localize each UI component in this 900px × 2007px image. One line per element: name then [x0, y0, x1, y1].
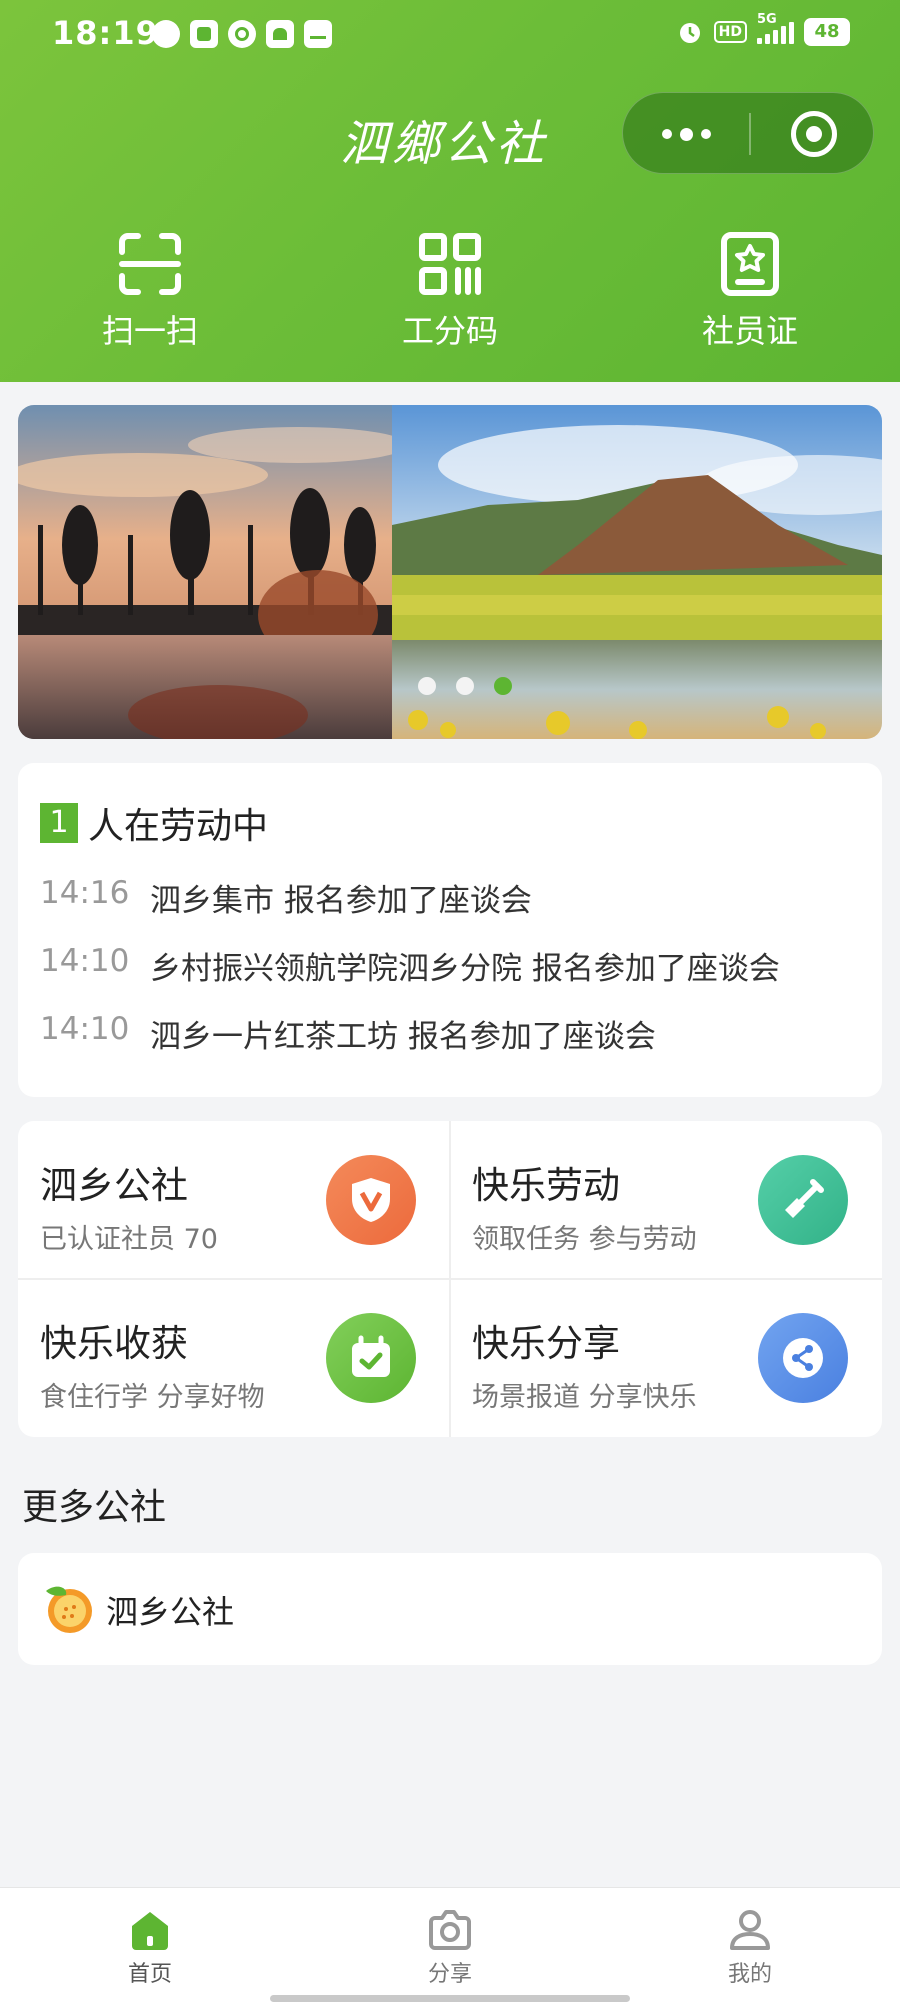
status-bar: 18:19 HD 5G 48: [0, 0, 900, 70]
feature-subtitle: 食住行学 分享好物: [40, 1382, 265, 1413]
notification-icons: [152, 20, 332, 48]
orange-logo-icon: [46, 1586, 92, 1633]
activity-time: 14:10: [40, 1011, 130, 1047]
target-icon: [806, 126, 822, 142]
calendar-check-icon: [326, 1313, 416, 1403]
grid-divider: [18, 1278, 882, 1280]
more-communes-title: 更多公社: [22, 1487, 167, 1528]
tab-label: 分享: [427, 1962, 472, 1987]
activity-text: 乡村振兴领航学院泗乡分院 报名参加了座谈会: [150, 951, 780, 987]
activity-item[interactable]: 14:10 乡村振兴领航学院泗乡分院 报名参加了座谈会: [40, 943, 780, 988]
tab-home[interactable]: 首页: [50, 1908, 250, 1988]
camera-icon: [429, 1910, 471, 1950]
quick-action-label: 社员证: [701, 312, 798, 350]
app-notification-icon: [228, 20, 256, 48]
commune-name: 泗乡公社: [106, 1593, 235, 1631]
qrcode-icon: [419, 233, 481, 295]
status-right: HD 5G 48: [676, 12, 850, 46]
carousel-dot[interactable]: [456, 677, 474, 695]
alarm-icon: [679, 23, 700, 43]
quick-action-label: 工分码: [401, 312, 498, 350]
user-icon: [730, 1910, 770, 1950]
activity-time: 14:10: [40, 943, 130, 979]
carousel-dot-active[interactable]: [494, 677, 512, 695]
activity-item[interactable]: 14:10 泗乡一片红茶工坊 报名参加了座谈会: [40, 1011, 656, 1056]
dot-icon: [700, 129, 711, 139]
feature-share[interactable]: 快乐分享 场景报道 分享快乐: [450, 1279, 882, 1437]
feature-subtitle: 已认证社员 70: [40, 1224, 218, 1255]
activity-time: 14:16: [40, 875, 130, 911]
signal-icon: 5G: [757, 12, 794, 44]
carousel-dots: [18, 677, 882, 695]
feature-labor[interactable]: 快乐劳动 领取任务 参与劳动: [450, 1121, 882, 1279]
tab-profile[interactable]: 我的: [650, 1908, 850, 1988]
quick-action-member-card[interactable]: 社员证: [650, 232, 850, 352]
activity-text: 泗乡集市 报名参加了座谈会: [150, 883, 532, 919]
quick-action-qrcode[interactable]: 工分码: [350, 232, 550, 352]
feature-title: 快乐分享: [472, 1322, 620, 1365]
bottom-tab-bar: 首页 分享 我的: [0, 1887, 900, 2007]
scan-icon: [119, 233, 181, 295]
mini-program-capsule: [622, 92, 874, 174]
tab-share[interactable]: 分享: [350, 1908, 550, 1988]
share-icon: [758, 1313, 848, 1403]
tab-label: 首页: [127, 1962, 172, 1987]
message-icon: [152, 20, 180, 48]
hd-badge: HD: [713, 21, 747, 43]
app-notification-icon: [266, 20, 294, 48]
mail-icon: [304, 20, 332, 48]
capsule-divider: [749, 113, 751, 155]
home-icon: [132, 1912, 168, 1950]
close-mini-program-button[interactable]: [791, 111, 837, 157]
feature-title: 泗乡公社: [40, 1164, 188, 1207]
header: 18:19 HD 5G 48 泗鄉公社 扫一扫 工分码 社员证: [0, 0, 900, 382]
banner-carousel[interactable]: [18, 405, 882, 739]
dot-icon: [661, 129, 672, 139]
activity-feed-card: 1 人在劳动中 14:16 泗乡集市 报名参加了座谈会 14:10 乡村振兴领航…: [18, 763, 882, 1097]
more-button[interactable]: [623, 93, 749, 175]
quick-action-label: 扫一扫: [101, 312, 198, 350]
member-card-icon: [721, 232, 779, 296]
dot-icon: [679, 127, 693, 141]
feature-title: 快乐收获: [40, 1322, 188, 1365]
feature-harvest[interactable]: 快乐收获 食住行学 分享好物: [18, 1279, 450, 1437]
feature-grid: 泗乡公社 已认证社员 70 快乐劳动 领取任务 参与劳动 快乐收获 食住行学 分…: [18, 1121, 882, 1437]
commune-list-item[interactable]: 泗乡公社: [18, 1553, 882, 1665]
app-notification-icon: [190, 20, 218, 48]
home-indicator[interactable]: [270, 1995, 630, 2002]
shield-v-icon: [326, 1155, 416, 1245]
feature-subtitle: 领取任务 参与劳动: [472, 1224, 697, 1255]
carousel-dot[interactable]: [418, 677, 436, 695]
shovel-icon: [758, 1155, 848, 1245]
activity-badge: 1: [40, 803, 78, 843]
network-label: 5G: [757, 12, 777, 27]
quick-action-scan[interactable]: 扫一扫: [50, 232, 250, 352]
activity-text: 泗乡一片红茶工坊 报名参加了座谈会: [150, 1019, 656, 1055]
activity-header: 1 人在劳动中: [40, 797, 268, 849]
feature-commune[interactable]: 泗乡公社 已认证社员 70: [18, 1121, 450, 1279]
battery-indicator: 48: [804, 18, 850, 46]
page-title: 泗鄉公社: [340, 116, 549, 172]
status-time: 18:19: [52, 14, 159, 52]
activity-title: 人在劳动中: [88, 806, 269, 847]
tab-label: 我的: [727, 1962, 772, 1987]
feature-title: 快乐劳动: [472, 1164, 620, 1207]
activity-item[interactable]: 14:16 泗乡集市 报名参加了座谈会: [40, 875, 532, 920]
feature-subtitle: 场景报道 分享快乐: [472, 1382, 697, 1413]
